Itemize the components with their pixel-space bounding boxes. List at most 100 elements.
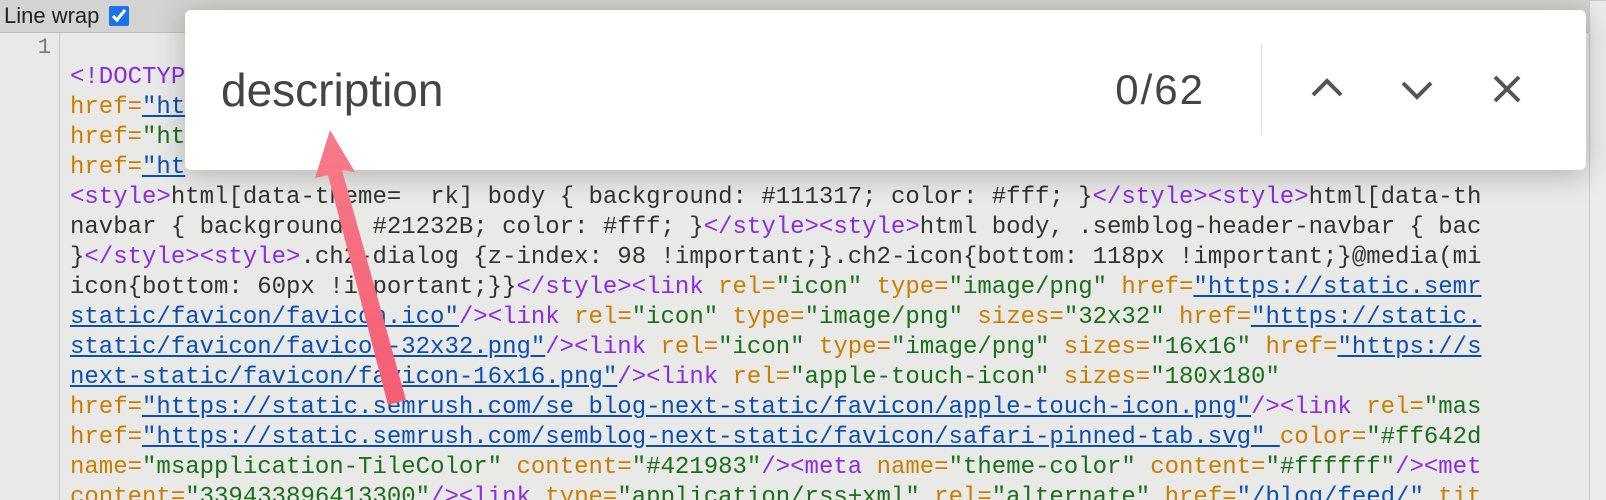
code-token: <link [1280,394,1366,421]
code-link[interactable]: static/favicon/favicon-32x32.png" [70,334,545,361]
code-token: <style> [819,214,920,241]
code-token: content= [1150,454,1265,481]
code-token: </style> [704,214,819,241]
code-token: rel= [934,484,992,500]
code-token: rel= [1366,394,1424,421]
code-token: tit [1438,484,1481,500]
code-link[interactable]: "https://static.semrush.com/se blog-next… [142,394,1251,421]
line-gutter: 1 [0,33,60,500]
code-token: "16x16" [1150,334,1265,361]
code-token: <style> [1208,184,1309,211]
code-token: rel= [718,274,776,301]
code-link[interactable]: "https://static.semr [1193,274,1481,301]
code-token: <style> [200,244,301,271]
code-token: </style> [1093,184,1208,211]
code-token: type= [733,304,805,331]
code-token: .ch2-dialog {z-index: 98 !important;}.ch… [300,244,1481,271]
find-close-button[interactable] [1472,55,1542,125]
code-token: <link [646,364,732,391]
linewrap-label: Line wrap [4,3,99,29]
find-next-button[interactable] [1382,55,1452,125]
code-token: "apple-touch-icon" [790,364,1064,391]
code-token: content= [516,454,631,481]
find-prev-button[interactable] [1292,55,1362,125]
code-token: /> [545,334,574,361]
code-token: color= [1280,424,1366,451]
find-count: 0/62 [1115,66,1205,114]
linewrap-checkbox[interactable] [109,6,129,26]
code-token: <link [574,334,660,361]
code-token: "#ff642d [1366,424,1481,451]
code-token: <style> [70,184,171,211]
close-icon [1487,69,1527,112]
code-token: "msapplication-TileColor" [142,454,516,481]
code-token: "mas [1424,394,1482,421]
chevron-down-icon [1397,69,1437,112]
code-token: "icon" [718,334,819,361]
code-token: <!DOCTYP [70,64,185,91]
code-token: html[data-th [1309,184,1482,211]
code-token: name= [70,454,142,481]
linewrap-control[interactable]: Line wrap [4,3,132,29]
code-link[interactable]: "https://static.semrush.com/semblog-next… [142,424,1280,451]
code-token: /> [430,484,459,500]
code-token: </style> [84,244,199,271]
find-bar: 0/62 [185,10,1586,170]
code-token: <link [488,304,574,331]
code-link[interactable]: static/favicon/favicon.ico" [70,304,459,331]
code-token: href= [1121,274,1193,301]
code-token: href= [70,154,142,181]
code-token: href= [70,424,142,451]
code-token: href= [1165,484,1237,500]
code-token: "icon" [776,274,877,301]
code-token: type= [819,334,891,361]
code-token: /> [459,304,488,331]
code-token: icon{bottom: 60px !important;}} [70,274,516,301]
code-token: navbar { background: #21232B; color: #ff… [70,214,704,241]
code-token: /> [1251,394,1280,421]
code-link[interactable]: "/blog/feed/" [1237,484,1439,500]
code-token: href= [1179,304,1251,331]
code-token: sizes= [1064,364,1150,391]
code-token: sizes= [1064,334,1150,361]
code-token: /> [1395,454,1424,481]
code-token: type= [545,484,617,500]
code-link[interactable]: next-static/favicon/favicon-16x16.png" [70,364,617,391]
code-token: "alternate" [992,484,1165,500]
code-token: sizes= [977,304,1063,331]
find-input[interactable] [219,62,1079,118]
code-token: "#ffffff" [1265,454,1395,481]
code-token: /> [617,364,646,391]
code-token: rel= [661,334,719,361]
code-token: <meta [790,454,876,481]
code-token: "32x32" [1064,304,1179,331]
divider [1261,45,1262,135]
code-token: "image/png" [949,274,1122,301]
code-token: "339433896413300" [185,484,430,500]
code-token: "image/png" [891,334,1064,361]
code-link[interactable]: "https://static. [1251,304,1481,331]
code-token: } [70,244,84,271]
code-token: "image/png" [805,304,978,331]
code-token: href= [70,94,142,121]
code-token: <link [632,274,718,301]
code-token: html[data-theme= rk] body { background: … [171,184,1093,211]
line-number: 1 [0,33,51,63]
code-token: "theme-color" [949,454,1151,481]
code-token: rel= [574,304,632,331]
code-link[interactable]: "https://s [1337,334,1481,361]
code-token: <met [1424,454,1482,481]
code-token: /> [761,454,790,481]
code-token: <link [459,484,545,500]
code-token: html body, .semblog-header-navbar { bac [920,214,1482,241]
code-token: "ht [142,124,185,151]
code-token: href= [1265,334,1337,361]
code-token: type= [877,274,949,301]
code-link[interactable]: "ht [142,94,185,121]
code-link[interactable]: "ht [142,154,185,181]
code-token: </style> [516,274,631,301]
code-token: "application/rss+xml" [617,484,934,500]
code-token: "180x180" [1150,364,1280,391]
code-token: content= [70,484,185,500]
vertical-scrollbar[interactable] [1589,0,1606,500]
